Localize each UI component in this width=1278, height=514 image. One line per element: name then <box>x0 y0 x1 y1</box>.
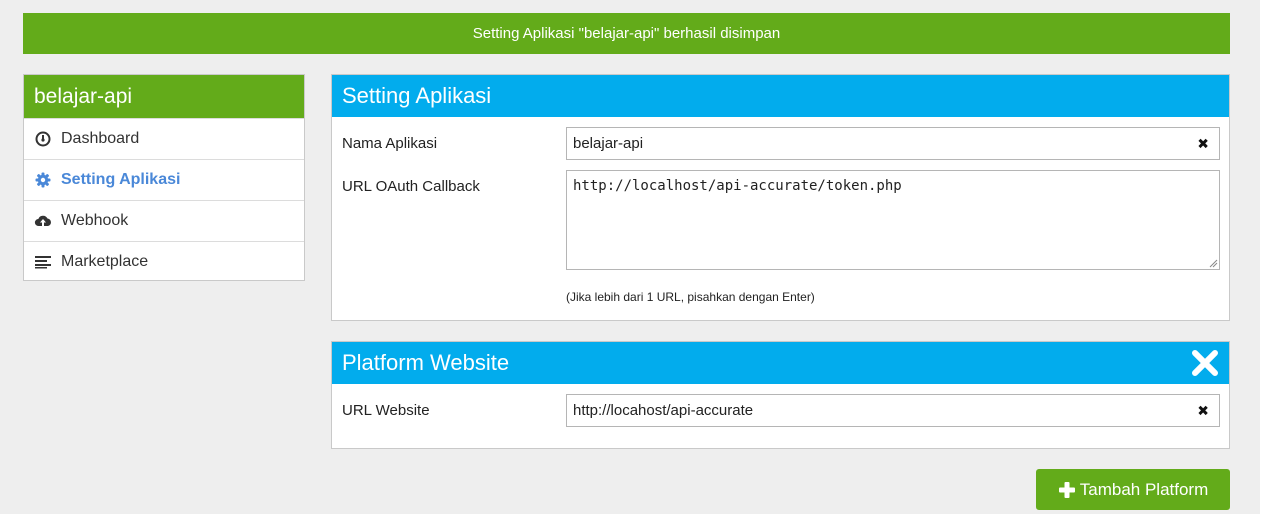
website-url-label: URL Website <box>342 402 430 419</box>
callback-url-textarea[interactable]: http://localhost/api-accurate/token.php <box>566 170 1220 270</box>
callback-url-value: http://localhost/api-accurate/token.php <box>573 178 902 194</box>
settings-panel-title: Setting Aplikasi <box>332 75 1229 117</box>
resize-grip-icon[interactable] <box>1208 258 1218 268</box>
website-url-value: http://locahost/api-accurate <box>573 402 754 419</box>
sidebar-item-webhook[interactable]: Webhook <box>24 200 304 241</box>
platform-panel: Platform Website URL Website http://loca… <box>331 341 1230 449</box>
sidebar-item-dashboard[interactable]: Dashboard <box>24 118 304 159</box>
plus-icon <box>1058 481 1075 498</box>
gear-icon <box>34 171 52 189</box>
sidebar-title: belajar-api <box>24 75 304 118</box>
callback-hint: (Jika lebih dari 1 URL, pisahkan dengan … <box>566 290 815 304</box>
alert-message: Setting Aplikasi "belajar-api" berhasil … <box>472 25 781 42</box>
app-name-value: belajar-api <box>573 135 644 152</box>
sidebar-item-label: Webhook <box>61 212 129 229</box>
app-name-field[interactable]: belajar-api ✖ <box>566 127 1220 160</box>
sidebar-item-label: Dashboard <box>61 130 140 147</box>
sidebar: belajar-api Dashboard Setting Aplikasi W… <box>23 74 305 281</box>
add-platform-button[interactable]: Tambah Platform <box>1036 469 1230 510</box>
platform-panel-title: Platform Website <box>342 350 510 375</box>
sidebar-item-label: Marketplace <box>61 253 149 270</box>
clear-app-name-icon[interactable]: ✖ <box>1197 135 1209 152</box>
cloud-upload-icon <box>34 212 52 230</box>
sidebar-item-label: Setting Aplikasi <box>61 171 181 188</box>
add-platform-label: Tambah Platform <box>1079 479 1209 499</box>
clear-website-url-icon[interactable]: ✖ <box>1197 402 1209 419</box>
remove-platform-icon[interactable] <box>1191 349 1219 377</box>
dashboard-icon <box>34 130 52 148</box>
website-url-field[interactable]: http://locahost/api-accurate ✖ <box>566 394 1220 427</box>
settings-panel: Setting Aplikasi Nama Aplikasi belajar-a… <box>331 74 1230 321</box>
app-name-label: Nama Aplikasi <box>342 135 438 152</box>
sidebar-item-setting-aplikasi[interactable]: Setting Aplikasi <box>24 159 304 200</box>
list-icon <box>34 253 52 271</box>
sidebar-item-marketplace[interactable]: Marketplace <box>24 241 304 282</box>
success-alert: Setting Aplikasi "belajar-api" berhasil … <box>23 13 1230 54</box>
page-scrollbar[interactable] <box>1260 0 1278 514</box>
platform-panel-header: Platform Website <box>332 342 1229 384</box>
callback-url-label: URL OAuth Callback <box>342 178 480 195</box>
page: Setting Aplikasi "belajar-api" berhasil … <box>0 0 1278 514</box>
